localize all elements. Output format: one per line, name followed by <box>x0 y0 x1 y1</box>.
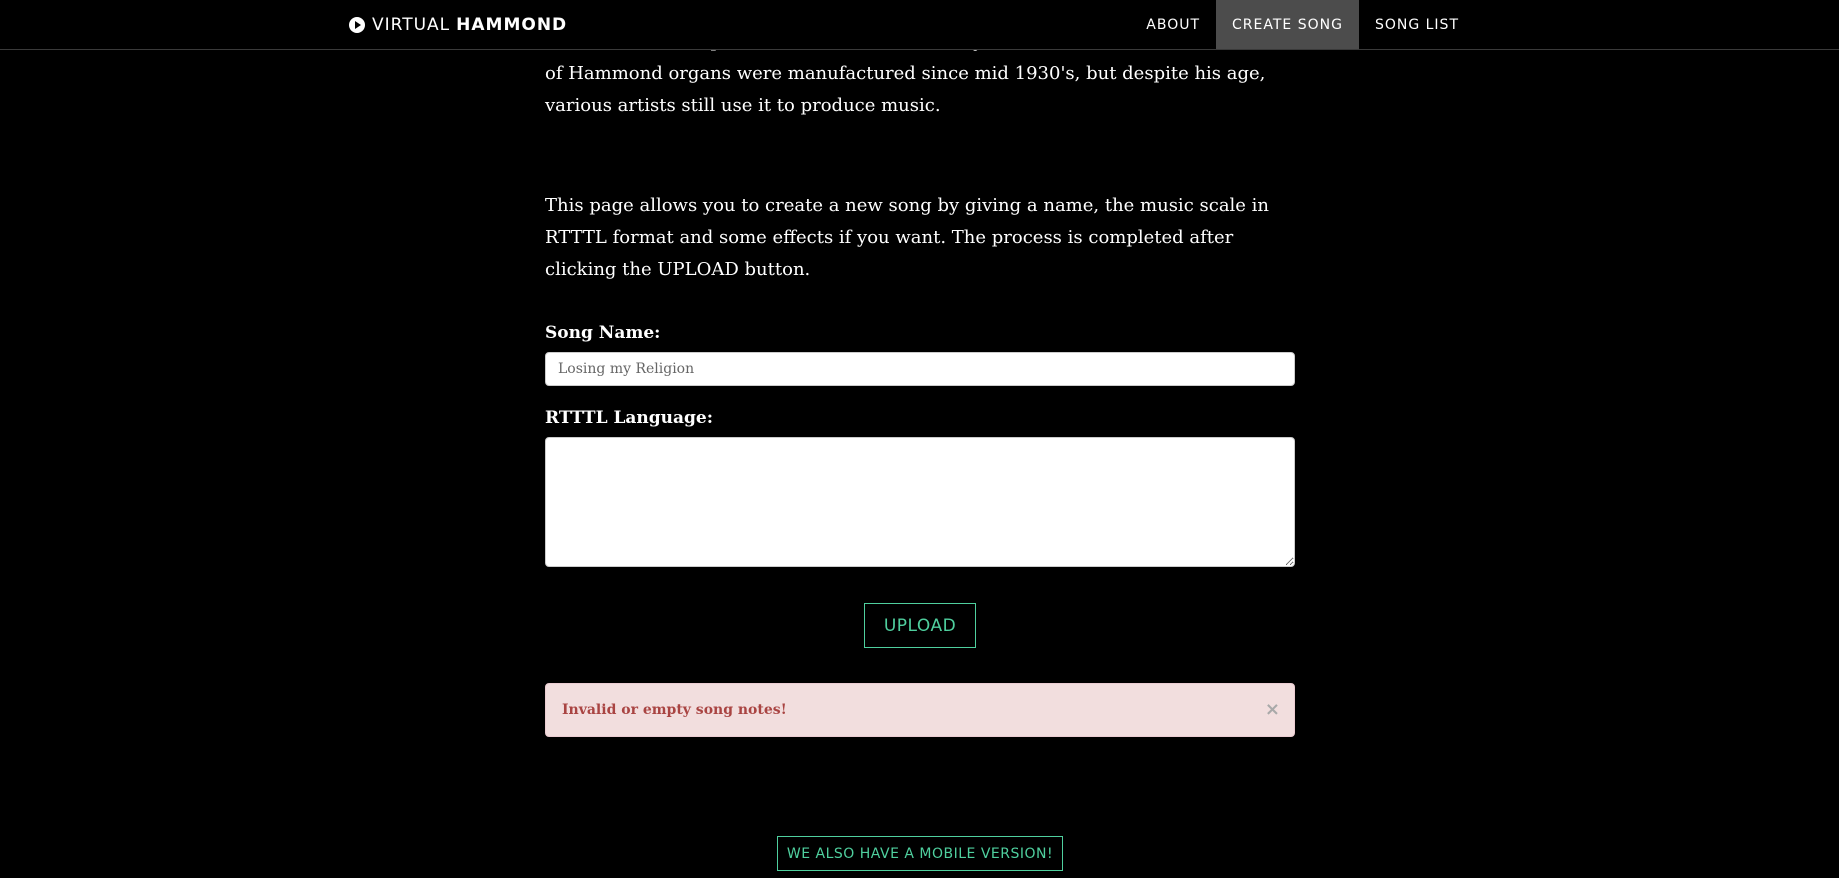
brand-name-light: VIRTUAL <box>372 14 451 35</box>
nav-link-about[interactable]: ABOUT <box>1130 0 1216 49</box>
song-name-input[interactable] <box>545 352 1295 386</box>
navbar: VIRTUAL HAMMOND ABOUT CREATE SONG SONG L… <box>0 0 1839 50</box>
upload-button[interactable]: UPLOAD <box>864 603 976 648</box>
nav-links: ABOUT CREATE SONG SONG LIST <box>1130 0 1475 49</box>
alert-message: Invalid or empty song notes! <box>562 702 787 718</box>
error-alert: Invalid or empty song notes! × <box>545 683 1295 737</box>
close-icon[interactable]: × <box>1265 701 1280 719</box>
song-name-label: Song Name: <box>545 323 661 343</box>
play-circle-icon <box>349 16 365 33</box>
mobile-version-button[interactable]: WE ALSO HAVE A MOBILE VERSION! <box>777 836 1063 871</box>
brand-name-bold: HAMMOND <box>456 14 568 35</box>
rtttl-language-textarea[interactable] <box>545 437 1295 567</box>
nav-link-song-list[interactable]: SONG LIST <box>1359 0 1475 49</box>
nav-link-create-song[interactable]: CREATE SONG <box>1216 0 1359 49</box>
instructions-paragraph: This page allows you to create a new son… <box>545 195 1270 280</box>
brand-logo-link[interactable]: VIRTUAL HAMMOND <box>348 0 567 49</box>
rtttl-language-label: RTTTL Language: <box>545 408 714 428</box>
